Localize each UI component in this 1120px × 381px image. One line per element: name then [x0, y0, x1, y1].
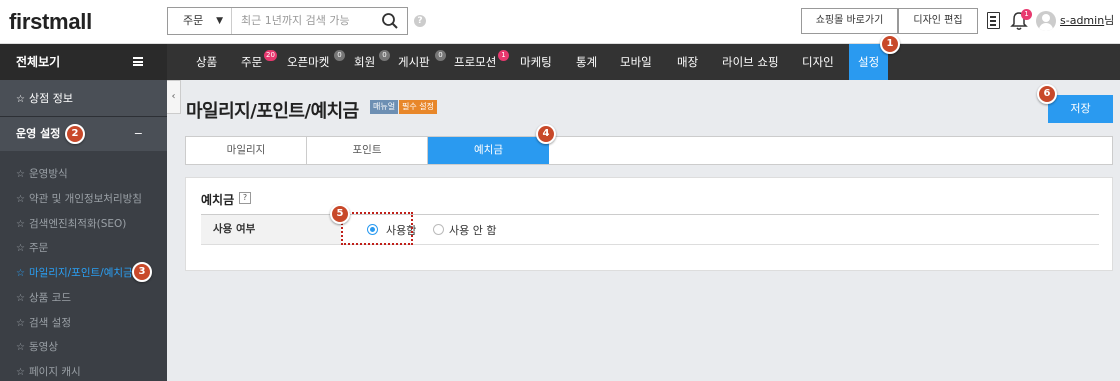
top-header: firstmall 주문 ▼ 최근 1년까지 검색 가능 ? 쇼핑몰 바로가기 … [0, 0, 1120, 44]
sidebar-item-video[interactable]: ☆ 동영상 [16, 339, 58, 354]
page-title: 마일리지/포인트/예치금 [186, 101, 359, 122]
star-icon[interactable]: ☆ [16, 243, 27, 254]
tab-deposit[interactable]: 예치금 [428, 137, 549, 164]
nav-item-member[interactable]: 회원 [354, 44, 375, 80]
sidebar-item-label: 약관 및 개인정보처리방침 [29, 193, 142, 205]
star-icon[interactable]: ☆ [16, 194, 27, 205]
chevron-down-icon: ▼ [216, 16, 223, 26]
sidebar-section-label: 운영 설정 [16, 127, 61, 140]
sidebar-item-label: 상점 정보 [29, 92, 73, 105]
sidebar-item-order[interactable]: ☆ 주문 [16, 240, 48, 255]
tab-mileage[interactable]: 마일리지 [186, 137, 307, 164]
sidebar-item-label: 주문 [29, 242, 49, 254]
sidebar-item-label: 검색엔진최적화(SEO) [29, 218, 127, 230]
user-suffix: 님 [1104, 14, 1115, 27]
help-icon[interactable]: ? [414, 15, 426, 27]
notification-badge: 1 [1021, 9, 1032, 20]
no-use-radio-label[interactable]: 사용 안 함 [449, 222, 496, 238]
sidebar-item-label: 상품 코드 [29, 292, 71, 304]
logo[interactable]: firstmall [9, 9, 92, 35]
sidebar: ☆ 상점 정보 운영 설정 − ☆ 운영방식 ☆ 약관 및 개인정보처리방침 ☆ 검색엔… [0, 80, 167, 381]
nav-badge-board: 0 [435, 50, 446, 61]
nav-item-promotion[interactable]: 프로모션 [454, 44, 496, 80]
usage-label: 사용 여부 [201, 215, 341, 244]
chevron-left-icon: ‹ [171, 91, 176, 102]
star-icon[interactable]: ☆ [16, 342, 27, 353]
sidebar-item-product-code[interactable]: ☆ 상품 코드 [16, 290, 71, 305]
star-icon[interactable]: ☆ [16, 219, 27, 230]
star-icon[interactable]: ☆ [16, 367, 27, 378]
star-icon[interactable]: ☆ [16, 268, 27, 279]
sidebar-item-label: 마일리지/포인트/예치금 [29, 267, 133, 279]
search-input[interactable]: 최근 1년까지 검색 가능 [241, 8, 350, 34]
sidebar-item-operation-mode[interactable]: ☆ 운영방식 [16, 166, 68, 181]
nav-item-live-shopping[interactable]: 라이브 쇼핑 [722, 44, 779, 80]
shop-shortcut-button[interactable]: 쇼핑몰 바로가기 [801, 8, 898, 34]
step-marker: 5 [330, 204, 350, 224]
sidebar-item-mileage[interactable]: ☆ 마일리지/포인트/예치금 [16, 265, 133, 280]
document-icon[interactable] [987, 12, 1000, 29]
nav-item-design[interactable]: 디자인 [802, 44, 834, 80]
star-icon[interactable]: ☆ [16, 81, 27, 118]
highlight-box [341, 212, 413, 245]
nav-badge-promotion: 1 [498, 50, 509, 61]
step-marker: 1 [880, 34, 900, 54]
star-icon[interactable]: ☆ [16, 293, 27, 304]
nav-badge-order: 20 [264, 50, 277, 61]
no-use-radio[interactable] [433, 224, 444, 235]
settings-tabs: 마일리지 포인트 예치금 [185, 136, 1113, 165]
sidebar-item-label: 동영상 [29, 341, 58, 353]
main-nav: 전체보기 상품 주문 20 오픈마켓 0 회원 0 게시판 0 프로모션 1 마… [0, 44, 1120, 80]
nav-item-stats[interactable]: 통계 [576, 44, 597, 80]
design-edit-button[interactable]: 디자인 편집 [898, 8, 978, 34]
nav-item-order[interactable]: 주문 [241, 44, 262, 80]
all-view-menu[interactable]: 전체보기 [0, 44, 167, 80]
all-view-label: 전체보기 [16, 55, 61, 69]
search-icon[interactable] [381, 12, 399, 30]
nav-badge-openmarket: 0 [334, 50, 345, 61]
avatar[interactable] [1036, 11, 1056, 31]
sidebar-item-seo[interactable]: ☆ 검색엔진최적화(SEO) [16, 216, 126, 231]
tab-point[interactable]: 포인트 [307, 137, 428, 164]
nav-item-openmarket[interactable]: 오픈마켓 [287, 44, 329, 80]
star-icon[interactable]: ☆ [16, 318, 27, 329]
step-marker: 2 [65, 124, 85, 144]
sidebar-item-label: 검색 설정 [29, 317, 71, 329]
sidebar-collapse-button[interactable]: ‹ [167, 80, 181, 114]
user-id-link[interactable]: s-admin [1060, 14, 1104, 27]
search-box[interactable]: 주문 ▼ 최근 1년까지 검색 가능 [167, 7, 408, 35]
star-icon[interactable]: ☆ [16, 169, 27, 180]
nav-badge-member: 0 [379, 50, 390, 61]
step-marker: 3 [132, 262, 152, 282]
collapse-section-icon[interactable]: − [134, 117, 143, 151]
sidebar-item-search-settings[interactable]: ☆ 검색 설정 [16, 315, 71, 330]
search-category-select[interactable]: 주문 ▼ [168, 8, 232, 34]
sidebar-item-label: 페이지 캐시 [29, 366, 81, 378]
nav-item-store[interactable]: 매장 [677, 44, 698, 80]
save-button[interactable]: 저장 [1048, 95, 1113, 123]
nav-item-marketing[interactable]: 마케팅 [520, 44, 552, 80]
manual-tag[interactable]: 매뉴얼 [370, 100, 399, 114]
search-category-label: 주문 [183, 14, 204, 27]
deposit-panel: 예치금 ? 사용 여부 사용함 사용 안 함 [185, 177, 1113, 271]
help-icon[interactable]: ? [239, 192, 251, 204]
sidebar-item-page-cache[interactable]: ☆ 페이지 캐시 [16, 364, 81, 379]
sidebar-item-terms[interactable]: ☆ 약관 및 개인정보처리방침 [16, 191, 142, 206]
nav-item-product[interactable]: 상품 [196, 44, 217, 80]
nav-item-board[interactable]: 게시판 [398, 44, 430, 80]
hamburger-icon[interactable] [133, 57, 143, 66]
sidebar-item-store-info[interactable]: ☆ 상점 정보 [0, 80, 167, 117]
panel-title: 예치금 [201, 193, 235, 207]
required-settings-tag: 필수 설정 [399, 100, 437, 114]
user-name[interactable]: s-admin님 [1060, 12, 1114, 28]
nav-item-mobile[interactable]: 모바일 [620, 44, 652, 80]
step-marker: 4 [536, 124, 556, 144]
sidebar-item-label: 운영방식 [29, 168, 68, 180]
step-marker: 6 [1037, 84, 1057, 104]
